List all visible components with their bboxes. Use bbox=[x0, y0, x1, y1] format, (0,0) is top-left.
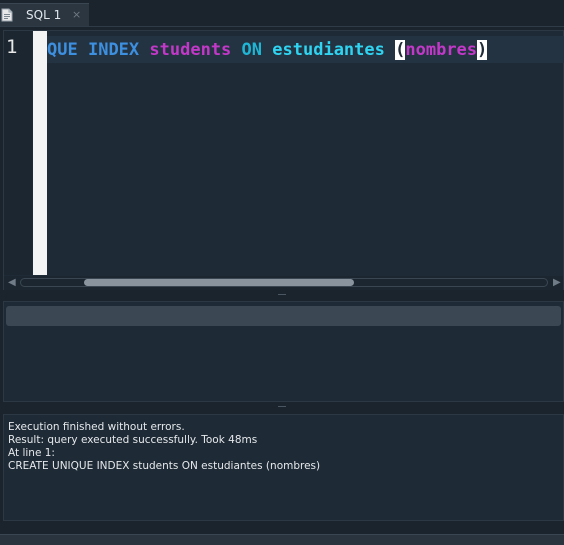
scroll-left-icon[interactable]: ◀ bbox=[8, 277, 16, 288]
editor-results-splitter[interactable] bbox=[0, 292, 564, 300]
table-token: estudiantes bbox=[272, 40, 385, 60]
keyword-token: ON bbox=[241, 40, 263, 60]
identifier-token: students bbox=[149, 40, 232, 60]
keyword-token: INDEX bbox=[87, 40, 140, 60]
horizontal-scrollbar[interactable]: ◀ ▶ bbox=[4, 276, 563, 290]
tab-sql-1[interactable]: SQL 1 × bbox=[0, 3, 89, 26]
paren-close: ) bbox=[477, 40, 488, 60]
splitter-grip-icon bbox=[278, 294, 286, 295]
results-messages-splitter[interactable] bbox=[0, 404, 564, 412]
tab-label: SQL 1 bbox=[26, 8, 62, 22]
close-icon[interactable]: × bbox=[72, 8, 81, 21]
message-pane: Execution finished without errors. Resul… bbox=[3, 414, 564, 521]
keyword-token: QUE bbox=[47, 40, 78, 60]
splitter-grip-icon bbox=[278, 406, 286, 407]
message-line: At line 1: bbox=[8, 447, 55, 459]
results-header bbox=[6, 306, 561, 326]
tab-bar: SQL 1 × bbox=[0, 0, 564, 27]
results-grid[interactable] bbox=[3, 301, 564, 402]
column-token: nombres bbox=[405, 40, 478, 60]
message-line: Result: query executed successfully. Too… bbox=[8, 434, 258, 446]
code-line[interactable]: QUE INDEX students ON estudiantes (nombr… bbox=[47, 40, 488, 60]
tab-divider bbox=[0, 26, 564, 27]
document-icon bbox=[1, 8, 13, 22]
scroll-right-icon[interactable]: ▶ bbox=[553, 277, 561, 288]
scroll-thumb[interactable] bbox=[84, 279, 354, 286]
paren-open: ( bbox=[395, 40, 406, 60]
message-line: CREATE UNIQUE INDEX students ON estudian… bbox=[8, 460, 321, 472]
status-bar bbox=[0, 534, 564, 545]
message-line: Execution finished without errors. bbox=[8, 421, 185, 433]
line-number-gutter: 1 bbox=[4, 31, 32, 275]
fold-margin[interactable] bbox=[33, 31, 47, 275]
sql-editor[interactable]: 1 QUE INDEX students ON estudiantes (nom… bbox=[3, 30, 564, 290]
line-number: 1 bbox=[6, 36, 18, 58]
